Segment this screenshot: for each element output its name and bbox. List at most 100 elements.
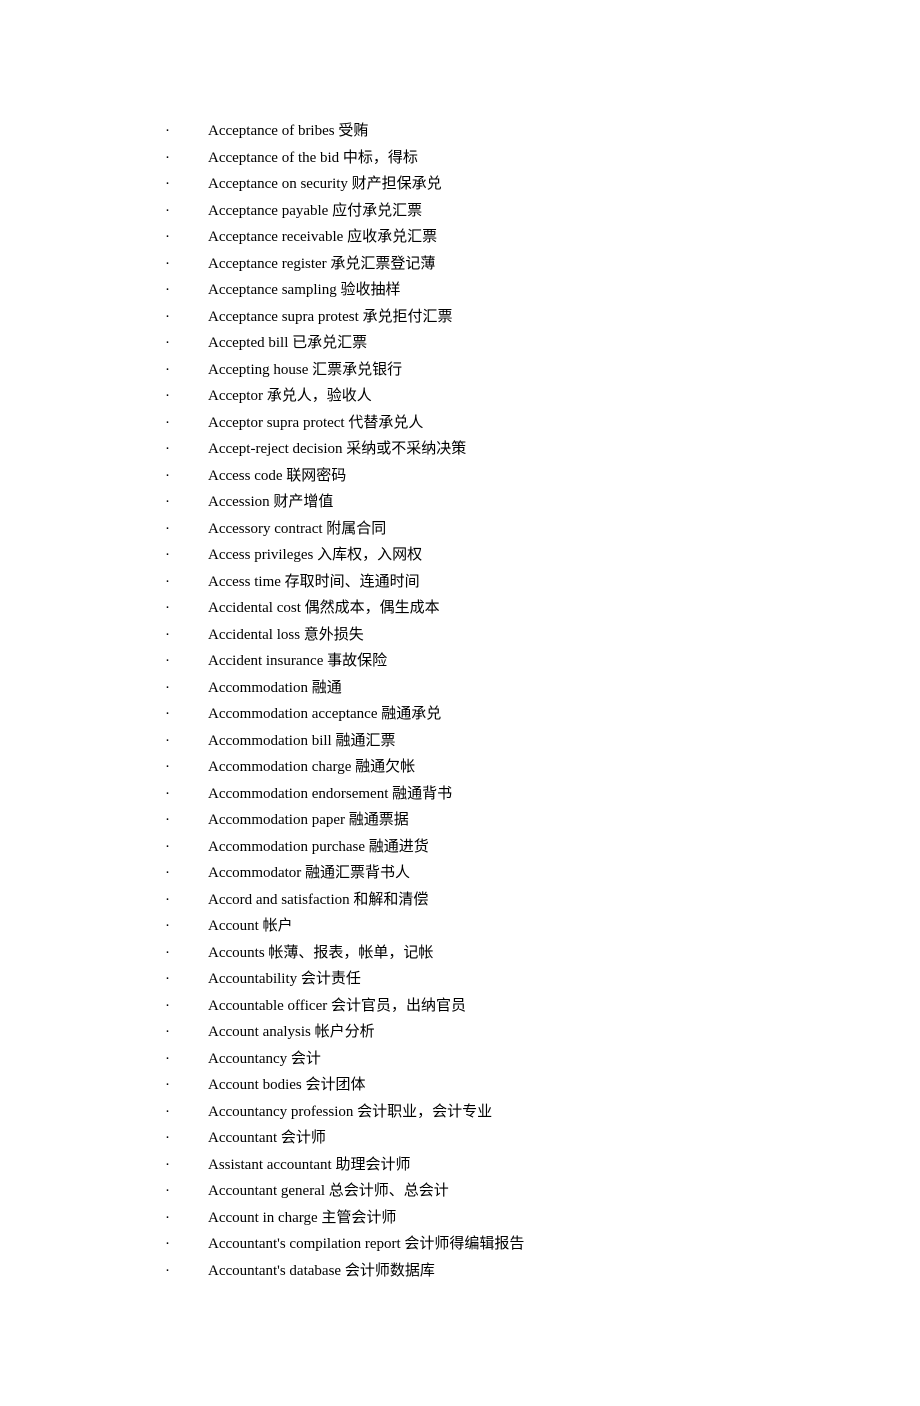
list-item: ·Accountant's compilation report 会计师得编辑报… [165, 1233, 800, 1256]
bullet-icon: · [165, 226, 208, 249]
bullet-icon: · [165, 915, 208, 938]
glossary-term: Access time 存取时间、连通时间 [208, 571, 420, 594]
bullet-icon: · [165, 968, 208, 991]
bullet-icon: · [165, 809, 208, 832]
glossary-term: Acceptance sampling 验收抽样 [208, 279, 400, 302]
glossary-term: Accountant's compilation report 会计师得编辑报告 [208, 1233, 524, 1256]
glossary-term: Accommodation charge 融通欠帐 [208, 756, 415, 779]
glossary-term: Accountancy 会计 [208, 1048, 321, 1071]
bullet-icon: · [165, 465, 208, 488]
glossary-term: Accommodation acceptance 融通承兑 [208, 703, 441, 726]
glossary-term: Accountancy profession 会计职业，会计专业 [208, 1101, 492, 1124]
list-item: ·Access code 联网密码 [165, 465, 800, 488]
bullet-icon: · [165, 1127, 208, 1150]
bullet-icon: · [165, 597, 208, 620]
glossary-list: ·Acceptance of bribes 受贿·Acceptance of t… [165, 120, 800, 1282]
glossary-term: Accepting house 汇票承兑银行 [208, 359, 402, 382]
bullet-icon: · [165, 200, 208, 223]
list-item: ·Accommodator 融通汇票背书人 [165, 862, 800, 885]
bullet-icon: · [165, 862, 208, 885]
glossary-term: Accident insurance 事故保险 [208, 650, 387, 673]
glossary-term: Accept-reject decision 采纳或不采纳决策 [208, 438, 466, 461]
glossary-term: Assistant accountant 助理会计师 [208, 1154, 410, 1177]
bullet-icon: · [165, 783, 208, 806]
bullet-icon: · [165, 544, 208, 567]
glossary-term: Accountant general 总会计师、总会计 [208, 1180, 449, 1203]
glossary-term: Accountability 会计责任 [208, 968, 361, 991]
bullet-icon: · [165, 571, 208, 594]
list-item: ·Accountable officer 会计官员，出纳官员 [165, 995, 800, 1018]
bullet-icon: · [165, 942, 208, 965]
list-item: ·Accountancy profession 会计职业，会计专业 [165, 1101, 800, 1124]
list-item: ·Accommodation bill 融通汇票 [165, 730, 800, 753]
list-item: ·Accommodation purchase 融通进货 [165, 836, 800, 859]
glossary-term: Accommodation paper 融通票据 [208, 809, 409, 832]
glossary-term: Accidental loss 意外损失 [208, 624, 364, 647]
list-item: ·Account analysis 帐户分析 [165, 1021, 800, 1044]
bullet-icon: · [165, 836, 208, 859]
bullet-icon: · [165, 147, 208, 170]
list-item: ·Account in charge 主管会计师 [165, 1207, 800, 1230]
glossary-term: Account in charge 主管会计师 [208, 1207, 396, 1230]
list-item: ·Accepting house 汇票承兑银行 [165, 359, 800, 382]
bullet-icon: · [165, 438, 208, 461]
glossary-term: Account analysis 帐户分析 [208, 1021, 375, 1044]
list-item: ·Accidental cost 偶然成本，偶生成本 [165, 597, 800, 620]
bullet-icon: · [165, 306, 208, 329]
list-item: ·Access time 存取时间、连通时间 [165, 571, 800, 594]
glossary-term: Accountant 会计师 [208, 1127, 326, 1150]
glossary-term: Accepted bill 已承兑汇票 [208, 332, 367, 355]
bullet-icon: · [165, 332, 208, 355]
list-item: ·Acceptance on security 财产担保承兑 [165, 173, 800, 196]
list-item: ·Accommodation 融通 [165, 677, 800, 700]
list-item: ·Accommodation paper 融通票据 [165, 809, 800, 832]
list-item: ·Acceptance supra protest 承兑拒付汇票 [165, 306, 800, 329]
list-item: ·Accountancy 会计 [165, 1048, 800, 1071]
glossary-term: Accountant's database 会计师数据库 [208, 1260, 435, 1283]
glossary-term: Accounts 帐薄、报表，帐单，记帐 [208, 942, 433, 965]
glossary-term: Accommodation endorsement 融通背书 [208, 783, 452, 806]
list-item: ·Acceptor supra protect 代替承兑人 [165, 412, 800, 435]
bullet-icon: · [165, 624, 208, 647]
bullet-icon: · [165, 650, 208, 673]
glossary-term: Accommodation bill 融通汇票 [208, 730, 395, 753]
list-item: ·Assistant accountant 助理会计师 [165, 1154, 800, 1177]
glossary-term: Acceptor 承兑人，验收人 [208, 385, 372, 408]
bullet-icon: · [165, 279, 208, 302]
list-item: ·Accountability 会计责任 [165, 968, 800, 991]
bullet-icon: · [165, 1260, 208, 1283]
glossary-term: Acceptance register 承兑汇票登记薄 [208, 253, 435, 276]
bullet-icon: · [165, 677, 208, 700]
bullet-icon: · [165, 756, 208, 779]
glossary-term: Accord and satisfaction 和解和清偿 [208, 889, 428, 912]
glossary-term: Access privileges 入库权，入网权 [208, 544, 422, 567]
list-item: ·Acceptance payable 应付承兑汇票 [165, 200, 800, 223]
list-item: ·Accepted bill 已承兑汇票 [165, 332, 800, 355]
glossary-term: Accessory contract 附属合同 [208, 518, 386, 541]
glossary-term: Account 帐户 [208, 915, 293, 938]
bullet-icon: · [165, 491, 208, 514]
glossary-term: Acceptance on security 财产担保承兑 [208, 173, 442, 196]
bullet-icon: · [165, 730, 208, 753]
bullet-icon: · [165, 1048, 208, 1071]
bullet-icon: · [165, 1021, 208, 1044]
glossary-term: Access code 联网密码 [208, 465, 346, 488]
glossary-term: Accommodator 融通汇票背书人 [208, 862, 410, 885]
bullet-icon: · [165, 1207, 208, 1230]
bullet-icon: · [165, 385, 208, 408]
list-item: ·Accountant's database 会计师数据库 [165, 1260, 800, 1283]
list-item: ·Accommodation acceptance 融通承兑 [165, 703, 800, 726]
glossary-term: Accession 财产增值 [208, 491, 333, 514]
list-item: ·Accord and satisfaction 和解和清偿 [165, 889, 800, 912]
list-item: ·Access privileges 入库权，入网权 [165, 544, 800, 567]
glossary-term: Acceptance supra protest 承兑拒付汇票 [208, 306, 453, 329]
glossary-term: Acceptor supra protect 代替承兑人 [208, 412, 423, 435]
glossary-term: Acceptance of the bid 中标，得标 [208, 147, 418, 170]
list-item: ·Accountant 会计师 [165, 1127, 800, 1150]
bullet-icon: · [165, 1074, 208, 1097]
list-item: ·Accessory contract 附属合同 [165, 518, 800, 541]
list-item: ·Acceptance register 承兑汇票登记薄 [165, 253, 800, 276]
list-item: ·Account bodies 会计团体 [165, 1074, 800, 1097]
list-item: ·Accommodation charge 融通欠帐 [165, 756, 800, 779]
document-page: ·Acceptance of bribes 受贿·Acceptance of t… [0, 0, 920, 1406]
